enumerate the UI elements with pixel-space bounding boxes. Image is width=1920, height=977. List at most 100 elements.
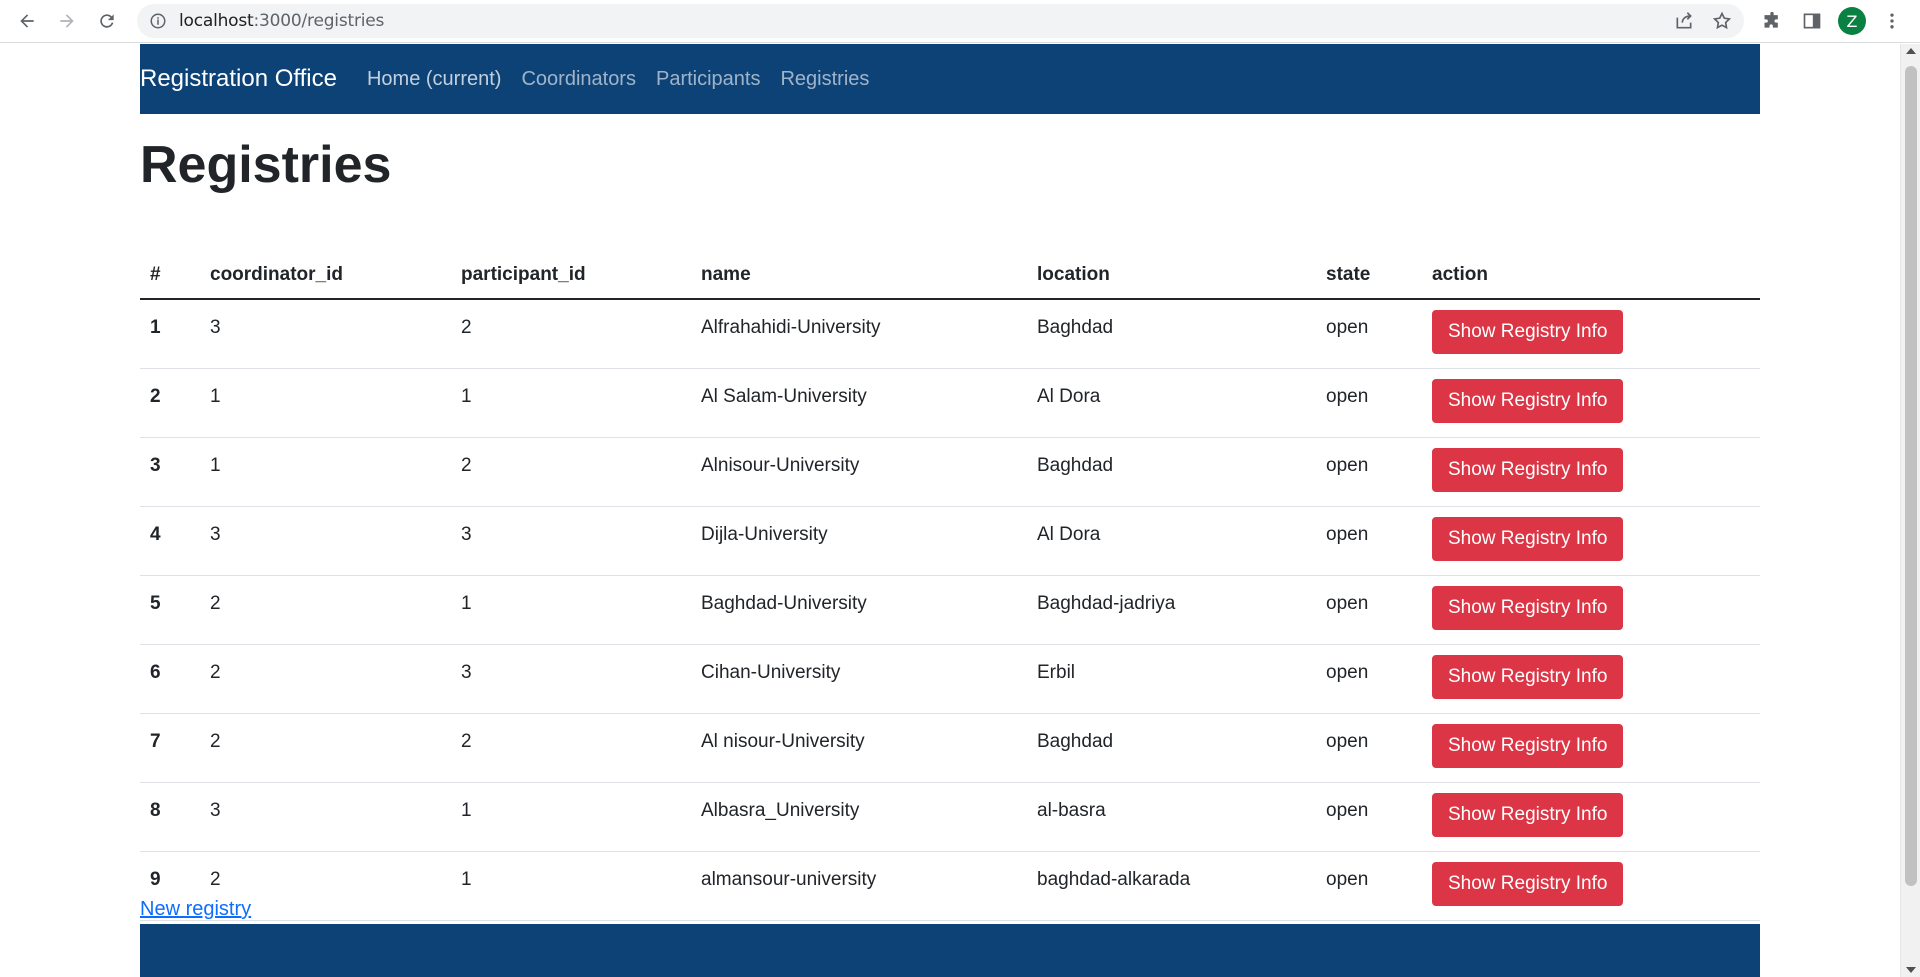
table-row: 7 2 2 Al nisour-University Baghdad open … [140,713,1760,783]
cell-location: baghdad-alkarada [1027,851,1316,921]
back-button[interactable] [12,6,42,36]
cell-name: Dijla-University [691,506,1027,576]
scroll-up-arrow-icon[interactable] [1906,48,1916,54]
cell-number: 4 [140,506,200,576]
site-info-icon[interactable] [149,12,167,30]
table-row: 8 3 1 Albasra_University al-basra open S… [140,782,1760,852]
more-menu-icon[interactable] [1878,6,1906,36]
bookmark-star-icon[interactable] [1710,9,1734,33]
cell-coordinator-id: 3 [200,782,451,852]
url-host: localhost [179,11,254,31]
cell-participant-id: 1 [451,782,691,852]
header-location: location [1027,252,1316,300]
cell-coordinator-id: 2 [200,575,451,645]
cell-state: open [1316,782,1422,852]
cell-participant-id: 1 [451,575,691,645]
header-participant-id: participant_id [451,252,691,300]
cell-coordinator-id: 2 [200,713,451,783]
table-row: 2 1 1 Al Salam-University Al Dora open S… [140,368,1760,438]
cell-location: Erbil [1027,644,1316,714]
show-registry-info-button[interactable]: Show Registry Info [1432,447,1624,492]
cell-name: Alfrahahidi-University [691,299,1027,369]
show-registry-info-button[interactable]: Show Registry Info [1432,585,1624,630]
forward-button[interactable] [52,6,82,36]
table-row: 3 1 2 Alnisour-University Baghdad open S… [140,437,1760,507]
cell-action: Show Registry Info [1422,368,1760,438]
show-registry-info-button[interactable]: Show Registry Info [1432,378,1624,423]
nav-link-home[interactable]: Home (current) [367,68,501,91]
cell-action: Show Registry Info [1422,299,1760,369]
cell-location: al-basra [1027,782,1316,852]
show-registry-info-button[interactable]: Show Registry Info [1432,861,1624,906]
profile-avatar[interactable]: Z [1838,7,1866,35]
cell-coordinator-id: 3 [200,299,451,369]
cell-number: 7 [140,713,200,783]
table-row: 4 3 3 Dijla-University Al Dora open Show… [140,506,1760,576]
cell-action: Show Registry Info [1422,782,1760,852]
table-header-row: # coordinator_id participant_id name loc… [140,252,1760,300]
table-row: 5 2 1 Baghdad-University Baghdad-jadriya… [140,575,1760,645]
cell-coordinator-id: 3 [200,506,451,576]
show-registry-info-button[interactable]: Show Registry Info [1432,654,1624,699]
show-registry-info-button[interactable]: Show Registry Info [1432,310,1624,354]
scroll-down-arrow-icon[interactable] [1906,967,1916,973]
cell-state: open [1316,851,1422,921]
nav-link-registries[interactable]: Registries [780,68,869,91]
cell-name: Cihan-University [691,644,1027,714]
arrow-right-icon [60,14,74,28]
extensions-puzzle-icon[interactable] [1758,6,1786,36]
cell-action: Show Registry Info [1422,644,1760,714]
cell-location: Baghdad [1027,299,1316,369]
cell-number: 3 [140,437,200,507]
cell-action: Show Registry Info [1422,437,1760,507]
show-registry-info-button[interactable]: Show Registry Info [1432,723,1624,768]
cell-participant-id: 2 [451,437,691,507]
cell-number: 8 [140,782,200,852]
new-registry-link[interactable]: New registry [140,898,251,921]
reload-icon [100,14,114,28]
registries-table: # coordinator_id participant_id name loc… [140,252,1760,921]
side-panel-icon[interactable] [1798,6,1826,36]
page-title: Registries [140,136,392,194]
page-content: Registration Office Home (current) Coord… [0,44,1900,977]
page-footer [140,924,1760,977]
cell-state: open [1316,713,1422,783]
cell-state: open [1316,368,1422,438]
show-registry-info-button[interactable]: Show Registry Info [1432,792,1624,837]
cell-number: 1 [140,299,200,369]
url-path: :3000/registries [253,11,385,31]
cell-state: open [1316,644,1422,714]
cell-state: open [1316,575,1422,645]
vertical-scrollbar[interactable] [1900,44,1920,977]
nav-link-coordinators[interactable]: Coordinators [521,68,636,91]
nav-link-participants[interactable]: Participants [656,68,761,91]
cell-participant-id: 2 [451,713,691,783]
reload-button[interactable] [92,6,122,36]
show-registry-info-button[interactable]: Show Registry Info [1432,516,1624,561]
cell-action: Show Registry Info [1422,713,1760,783]
header-name: name [691,252,1027,300]
cell-number: 2 [140,368,200,438]
cell-name: Baghdad-University [691,575,1027,645]
cell-participant-id: 1 [451,368,691,438]
header-action: action [1422,252,1760,300]
cell-action: Show Registry Info [1422,851,1760,921]
scrollbar-thumb[interactable] [1905,66,1917,886]
share-icon[interactable] [1672,9,1696,33]
cell-name: Al nisour-University [691,713,1027,783]
cell-participant-id: 3 [451,506,691,576]
browser-toolbar: localhost:3000/registries Z [0,0,1920,43]
cell-state: open [1316,299,1422,369]
top-navbar: Registration Office Home (current) Coord… [140,44,1760,114]
cell-coordinator-id: 1 [200,437,451,507]
cell-name: Al Salam-University [691,368,1027,438]
header-state: state [1316,252,1422,300]
cell-name: Alnisour-University [691,437,1027,507]
header-number: # [140,252,200,300]
cell-coordinator-id: 1 [200,368,451,438]
cell-participant-id: 1 [451,851,691,921]
navbar-brand[interactable]: Registration Office [140,65,337,93]
cell-state: open [1316,506,1422,576]
table-row: 9 2 1 almansour-university baghdad-alkar… [140,851,1760,921]
address-bar[interactable]: localhost:3000/registries [137,4,1744,38]
